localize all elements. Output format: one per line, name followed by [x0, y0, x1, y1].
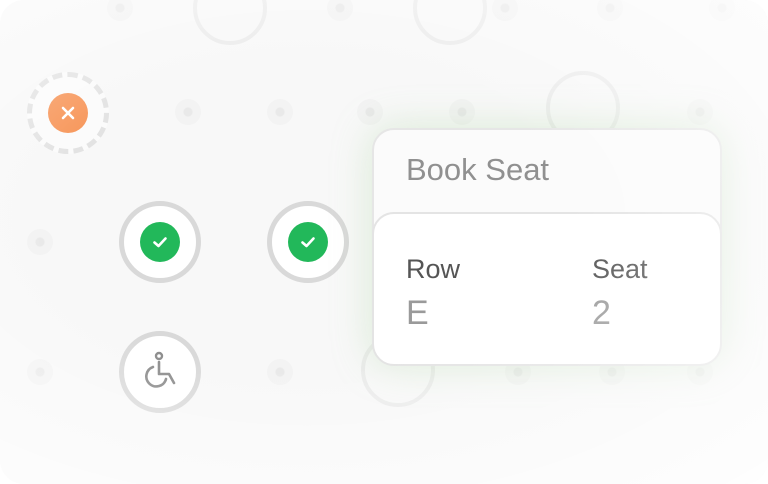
seat-dot: [267, 359, 293, 385]
seat-dot: [27, 229, 53, 255]
seat-dot: [709, 0, 735, 21]
popover-title: Book Seat: [406, 152, 550, 187]
seat-booked[interactable]: [119, 201, 201, 283]
seat-ring: [413, 0, 487, 45]
seat-map: Book Seat Row E Seat 2: [0, 0, 768, 484]
row-value: E: [406, 294, 429, 332]
check-icon: [288, 222, 328, 262]
seat-dot: [175, 99, 201, 125]
seat-dot: [492, 0, 518, 21]
book-seat-popover: Book Seat Row E Seat 2: [372, 128, 722, 366]
seat-value: 2: [592, 294, 611, 332]
seat-dot: [449, 99, 475, 125]
seat-accessible[interactable]: [119, 331, 201, 413]
seat-details: Row E Seat 2: [372, 212, 722, 366]
seat-booked[interactable]: [267, 201, 349, 283]
seat-label: Seat: [592, 254, 648, 284]
seat-dot: [267, 99, 293, 125]
check-icon: [140, 222, 180, 262]
seat-dot: [327, 0, 353, 21]
row-label: Row: [406, 254, 461, 284]
seat-dot: [107, 0, 133, 21]
seat-dot: [597, 0, 623, 21]
seat-dot: [357, 99, 383, 125]
seat-ring: [193, 0, 267, 45]
wheelchair-icon: [139, 349, 181, 396]
seat-unavailable[interactable]: [27, 72, 109, 154]
seat-dot: [687, 99, 713, 125]
seat-dot: [27, 359, 53, 385]
close-icon: [48, 93, 88, 133]
